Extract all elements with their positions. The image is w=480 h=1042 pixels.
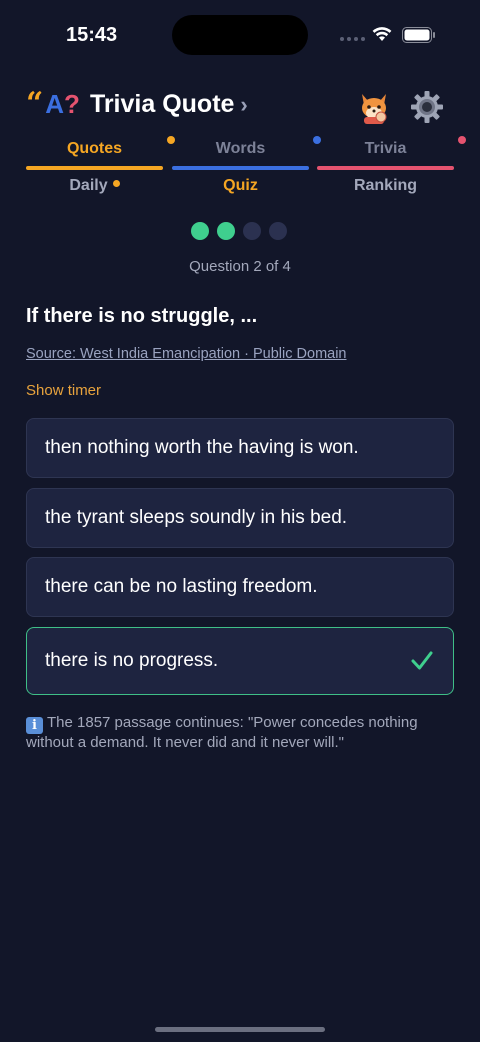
- dynamic-island: [172, 15, 308, 55]
- home-indicator[interactable]: [155, 1027, 325, 1032]
- logo-quote-mark: “: [26, 85, 44, 121]
- show-timer-button[interactable]: Show timer: [26, 382, 101, 399]
- checkmark-icon: [411, 651, 433, 670]
- answer-text: there can be no lasting freedom.: [45, 576, 318, 597]
- source-link[interactable]: Source: West India Emancipation · Public…: [26, 346, 347, 362]
- tab-underline: [172, 166, 309, 170]
- tab-quiz[interactable]: Quiz: [172, 175, 309, 197]
- wifi-icon: [372, 27, 392, 41]
- cellular-signal-icon: [340, 37, 365, 41]
- answer-option-correct[interactable]: there is no progress.: [26, 627, 454, 695]
- progress-dot: [243, 222, 261, 240]
- info-note: i The 1857 passage continues: "Power conc…: [26, 714, 456, 752]
- app-logo: “ A ?: [26, 85, 80, 121]
- tab-underline: [26, 166, 163, 170]
- logo-question-mark: ?: [64, 88, 80, 119]
- question-progress: [191, 222, 287, 240]
- answer-text: the tyrant sleeps soundly in his bed.: [45, 507, 348, 528]
- question-text: If there is no struggle, ...: [26, 305, 258, 327]
- answer-option[interactable]: the tyrant sleeps soundly in his bed.: [26, 488, 454, 548]
- app-header[interactable]: “ A ? Trivia Quote ›: [26, 85, 248, 121]
- status-time: 15:43: [66, 24, 118, 46]
- tab-label: Quotes: [66, 140, 123, 157]
- info-icon: i: [26, 717, 43, 734]
- tab-words[interactable]: Words: [172, 136, 321, 170]
- answer-option[interactable]: then nothing worth the having is won.: [26, 418, 454, 478]
- tab-underline: [317, 166, 454, 170]
- logo-letter-a: A: [45, 88, 65, 119]
- tab-label: Daily: [69, 177, 108, 194]
- answer-text: then nothing worth the having is won.: [45, 437, 359, 458]
- gear-icon[interactable]: [410, 90, 444, 124]
- app-screen: 15:43 “ A ? Trivia Quote › Quotes Words …: [0, 0, 480, 1042]
- progress-dot: [269, 222, 287, 240]
- answer-option[interactable]: there can be no lasting freedom.: [26, 557, 454, 617]
- notification-dot: [112, 180, 120, 187]
- progress-dot: [191, 222, 209, 240]
- mode-tabs: Daily Quiz Ranking: [26, 175, 454, 199]
- progress-dot: [217, 222, 235, 240]
- category-tabs: Quotes Words Trivia: [26, 136, 466, 170]
- tab-label: Ranking: [353, 177, 418, 194]
- battery-icon: [402, 27, 435, 43]
- fox-avatar-icon[interactable]: [356, 90, 392, 126]
- info-text: The 1857 passage continues: "Power conce…: [26, 714, 418, 751]
- tab-quotes[interactable]: Quotes: [26, 136, 175, 170]
- tab-label: Trivia: [364, 140, 407, 157]
- notification-dot: [458, 136, 466, 144]
- question-counter: Question 2 of 4: [189, 258, 291, 275]
- tab-daily[interactable]: Daily: [26, 175, 163, 197]
- answer-text: there is no progress.: [45, 650, 219, 671]
- tab-trivia[interactable]: Trivia: [317, 136, 466, 170]
- tab-label: Words: [215, 140, 266, 157]
- tab-label: Quiz: [223, 177, 258, 194]
- tab-ranking[interactable]: Ranking: [317, 175, 454, 197]
- app-title[interactable]: Trivia Quote: [90, 90, 234, 119]
- chevron-right-icon[interactable]: ›: [240, 92, 247, 118]
